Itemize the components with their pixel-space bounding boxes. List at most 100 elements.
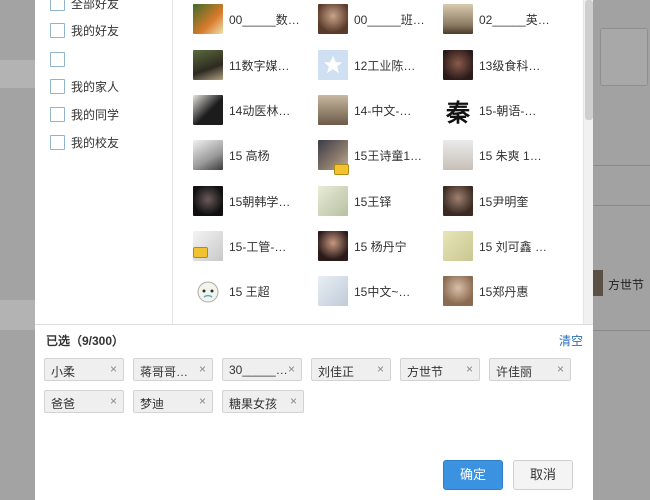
background-divider (593, 330, 650, 331)
selected-chip: 30_____… × (222, 358, 302, 381)
friend-name: 15 高杨 (229, 149, 270, 163)
friend-item[interactable]: 15朝韩学… (173, 186, 293, 222)
group-item-all-friends[interactable]: 全部好友 (50, 0, 119, 12)
friend-item[interactable]: 15尹明奎 (423, 186, 543, 222)
group-checkbox[interactable] (50, 22, 65, 38)
friend-item[interactable]: 15 高杨 (173, 140, 293, 176)
chip-remove-icon[interactable]: × (377, 362, 384, 376)
friend-name: 15王诗童1… (354, 149, 423, 163)
friend-avatar (318, 276, 348, 306)
friend-name: 02_____英… (479, 13, 550, 27)
friend-item[interactable]: 秦 15-朝语-… (423, 95, 543, 131)
friend-avatar (318, 186, 348, 216)
friend-name: 15尹明奎 (479, 195, 529, 209)
chip-remove-icon[interactable]: × (466, 362, 473, 376)
friend-name: 00_____数… (229, 13, 300, 27)
friend-item[interactable]: 14动医林… (173, 95, 293, 131)
chip-remove-icon[interactable]: × (199, 362, 206, 376)
friend-name: 15 王超 (229, 285, 270, 299)
group-label: 全部好友 (71, 0, 120, 11)
group-checkbox[interactable] (50, 78, 65, 94)
selected-count-title: 已选（9/300） (46, 334, 125, 348)
friend-item[interactable]: 13级食科… (423, 50, 543, 86)
group-checkbox[interactable] (50, 106, 65, 122)
calligraphy-avatar: 秦 (443, 95, 473, 125)
friend-name: 15-工管-… (229, 240, 287, 254)
friend-list-scrollbar[interactable] (583, 0, 593, 324)
chip-label: 许佳丽 (496, 365, 533, 379)
group-checkbox[interactable] (50, 51, 65, 67)
background-friend-name: 方世节 (608, 278, 645, 292)
chip-remove-icon[interactable]: × (199, 394, 206, 408)
group-item-family[interactable]: 我的家人 (50, 77, 119, 95)
group-sidebar: 全部好友 我的好友 我的家人 我的同学 我的校友 (35, 0, 173, 324)
group-checkbox[interactable] (50, 134, 65, 150)
chip-remove-icon[interactable]: × (110, 362, 117, 376)
group-item-my-friends[interactable]: 我的好友 (50, 21, 119, 39)
friend-name: 15朝韩学… (229, 195, 291, 209)
friend-name: 15 杨丹宁 (354, 240, 407, 254)
chip-remove-icon[interactable]: × (110, 394, 117, 408)
friend-item[interactable]: 15 朱爽 1… (423, 140, 543, 176)
friend-avatar (443, 186, 473, 216)
group-checkbox[interactable] (50, 0, 65, 11)
background-divider (593, 205, 650, 206)
friend-name: 15中文~… (354, 285, 411, 299)
friend-name: 15 刘可鑫 … (479, 240, 548, 254)
friend-avatar (193, 4, 223, 34)
friend-item[interactable]: 12工业陈… (298, 50, 418, 86)
friend-avatar (318, 231, 348, 261)
group-item-classmates[interactable]: 我的同学 (50, 105, 119, 123)
friend-avatar (443, 4, 473, 34)
friend-name: 12工业陈… (354, 59, 416, 73)
friend-item[interactable]: 15-工管-… (173, 231, 293, 267)
group-item-alumni[interactable]: 我的校友 (50, 133, 119, 151)
chip-remove-icon[interactable]: × (288, 362, 295, 376)
selected-chip: 糖果女孩 × (222, 390, 304, 413)
friend-item[interactable]: 00_____班… (298, 4, 425, 40)
group-label: 我的校友 (71, 135, 120, 150)
background-card (600, 28, 648, 86)
friend-list: 00_____数… 00_____班… 02_____英… 11数字媒… 12工… (173, 0, 593, 324)
scrollbar-thumb[interactable] (585, 0, 593, 120)
friend-item[interactable]: 15王铎 (298, 186, 418, 222)
friend-name: 15 朱爽 1… (479, 149, 542, 163)
chip-label: 梦迪 (140, 397, 165, 411)
selected-chip: 爸爸 × (44, 390, 124, 413)
group-label: 我的好友 (71, 23, 120, 38)
friend-item[interactable]: 11数字媒… (173, 50, 293, 86)
friend-item[interactable]: 02_____英… (423, 4, 550, 40)
friend-item[interactable]: 14-中文-… (298, 95, 418, 131)
friend-avatar (193, 140, 223, 170)
chip-label: 刘佳正 (318, 365, 355, 379)
friend-name: 15王铎 (354, 195, 392, 209)
chip-label: 爸爸 (51, 397, 76, 411)
group-label: 我的家人 (71, 79, 120, 94)
friend-item[interactable]: 15 刘可鑫 … (423, 231, 547, 267)
cancel-button[interactable]: 取消 (513, 460, 573, 490)
friend-name: 13级食科… (479, 59, 541, 73)
friend-avatar (193, 95, 223, 125)
chip-remove-icon[interactable]: × (290, 394, 297, 408)
friend-avatar (443, 140, 473, 170)
friend-name: 14-中文-… (354, 104, 412, 118)
section-divider (35, 324, 593, 325)
friend-item[interactable]: 15 杨丹宁 (298, 231, 418, 267)
vip-badge-icon (193, 247, 208, 258)
clear-selection-link[interactable]: 清空 (559, 332, 583, 349)
chip-label: 方世节 (407, 365, 444, 379)
background-band (0, 60, 35, 88)
selected-chip: 小柔 × (44, 358, 124, 381)
chip-remove-icon[interactable]: × (557, 362, 564, 376)
group-item-unnamed[interactable] (50, 50, 71, 68)
star-icon (323, 55, 343, 74)
selected-chip: 刘佳正 × (311, 358, 391, 381)
friend-item[interactable]: 15王诗童1… (298, 140, 422, 176)
friend-name: 11数字媒… (229, 59, 290, 73)
friend-item[interactable]: 00_____数… (173, 4, 300, 40)
friend-item[interactable]: 15郑丹惠 (423, 276, 543, 312)
confirm-button[interactable]: 确定 (443, 460, 503, 490)
friend-avatar (443, 276, 473, 306)
friend-item[interactable]: 15 王超 (173, 276, 293, 312)
friend-item[interactable]: 15中文~… (298, 276, 418, 312)
